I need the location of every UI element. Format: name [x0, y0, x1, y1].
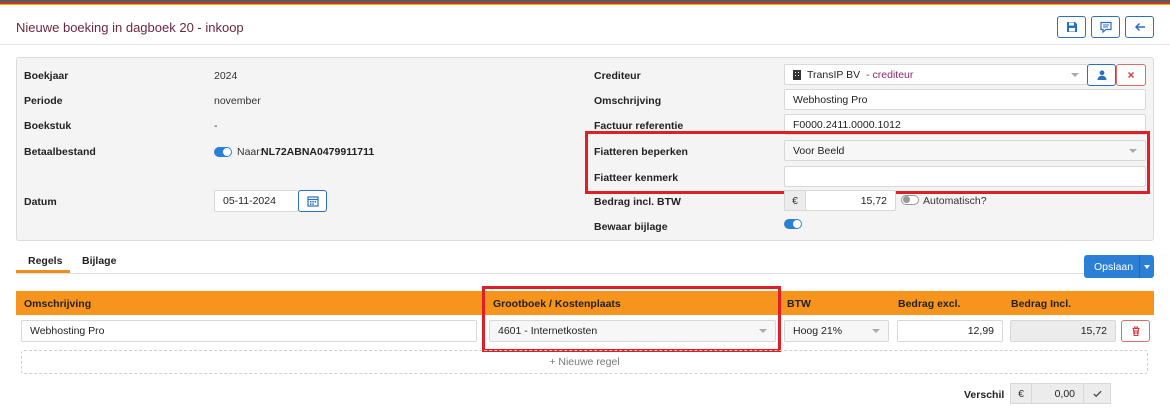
chevron-down-icon[interactable] — [1144, 264, 1150, 269]
crediteur-select[interactable]: TransIP BV - crediteur — [784, 64, 1088, 85]
calendar-icon — [306, 196, 319, 207]
datum-label: Datum — [24, 196, 57, 208]
column-header-omschrijving: Omschrijving — [24, 298, 92, 310]
bedrag-incl-btw-label: Bedrag incl. BTW — [594, 196, 681, 208]
column-header-bedrag-incl: Bedrag Incl. — [1011, 298, 1072, 310]
crediteur-clear-button[interactable] — [1116, 64, 1146, 86]
boekstuk-value: - — [214, 120, 218, 132]
nieuwe-regel-button[interactable]: + Nieuwe regel — [21, 350, 1148, 374]
crediteur-type: - crediteur — [866, 68, 914, 81]
betaalbestand-label: Betaalbestand — [24, 146, 96, 158]
row-bedrag-excl-value: 12,99 — [967, 325, 994, 337]
trash-icon — [1132, 326, 1139, 337]
chevron-down-icon — [872, 329, 880, 333]
page-header: Nieuwe boeking in dagboek 20 - inkoop — [0, 5, 1170, 45]
verschil-currency: € — [1010, 383, 1032, 404]
bedrag-incl-btw-value: 15,72 — [860, 194, 887, 207]
periode-value: november — [214, 95, 261, 107]
floppy-disk-icon — [1066, 22, 1077, 32]
column-header-btw: BTW — [787, 298, 811, 310]
betaalbestand-prefix: Naar: — [237, 146, 263, 158]
bewaar-bijlage-toggle[interactable] — [784, 219, 802, 229]
row-bedrag-incl-input: 15,72 — [1010, 320, 1116, 342]
datum-value: 05-11-2024 — [223, 195, 276, 207]
checkmark-icon — [1092, 390, 1102, 398]
crediteur-user-button[interactable] — [1087, 64, 1116, 86]
periode-label: Periode — [24, 95, 63, 107]
save-icon-button[interactable] — [1057, 16, 1086, 38]
verschil-label: Verschil — [964, 389, 1005, 401]
currency-addon: € — [784, 190, 806, 211]
opslaan-label: Opslaan — [1094, 260, 1134, 273]
tab-regels[interactable]: Regels — [28, 255, 62, 267]
row-bedrag-excl-input[interactable]: 12,99 — [897, 320, 1003, 342]
omschrijving-value: Webhosting Pro — [793, 93, 868, 106]
betaalbestand-toggle[interactable] — [214, 147, 232, 157]
page-title: Nieuwe boeking in dagboek 20 - inkoop — [16, 20, 244, 35]
omschrijving-input[interactable]: Webhosting Pro — [784, 89, 1146, 110]
automatisch-label: Automatisch? — [923, 195, 987, 207]
row-omschrijving-input[interactable]: Webhosting Pro — [21, 320, 477, 342]
building-icon — [793, 69, 801, 80]
row-omschrijving-value: Webhosting Pro — [30, 325, 105, 337]
factuur-referentie-value: F0000.2411.0000.1012 — [793, 118, 901, 131]
comment-button[interactable] — [1091, 16, 1120, 38]
column-header-bedrag-excl: Bedrag excl. — [898, 298, 961, 310]
verschil-input: 0,00 — [1031, 383, 1084, 404]
tabs-divider — [16, 273, 1154, 274]
date-picker-button[interactable] — [298, 190, 327, 212]
chevron-down-icon — [1071, 73, 1079, 77]
arrow-left-icon — [1134, 22, 1145, 32]
nieuwe-regel-label: + Nieuwe regel — [549, 356, 620, 368]
tab-bijlage[interactable]: Bijlage — [82, 255, 116, 267]
bedrag-incl-btw-input[interactable]: 15,72 — [805, 190, 896, 211]
comment-icon — [1099, 21, 1112, 33]
boekjaar-label: Boekjaar — [24, 70, 69, 82]
boekstuk-label: Boekstuk — [24, 120, 72, 132]
row-btw-value: Hoog 21% — [793, 325, 843, 337]
row-btw-select[interactable]: Hoog 21% — [784, 320, 889, 342]
close-icon — [1128, 72, 1134, 78]
boekjaar-value: 2024 — [214, 70, 238, 82]
user-icon — [1097, 70, 1106, 80]
opslaan-button[interactable]: Opslaan — [1084, 255, 1154, 278]
row-bedrag-incl-value: 15,72 — [1080, 325, 1107, 337]
highlight-box-fiatteren — [585, 131, 1150, 194]
delete-row-button[interactable] — [1121, 320, 1150, 342]
verschil-check — [1083, 383, 1111, 404]
highlight-box-grootboek — [482, 286, 781, 352]
verschil-value: 0,00 — [1054, 387, 1075, 400]
betaalbestand-iban: NL72ABNA0479911711 — [261, 146, 375, 158]
omschrijving-label: Omschrijving — [594, 95, 662, 107]
automatisch-toggle[interactable] — [901, 195, 919, 205]
back-button[interactable] — [1125, 16, 1154, 38]
datum-input[interactable]: 05-11-2024 — [214, 190, 299, 212]
crediteur-label: Crediteur — [594, 70, 641, 82]
crediteur-name: TransIP BV — [807, 68, 861, 81]
bewaar-bijlage-label: Bewaar bijlage — [594, 221, 668, 233]
